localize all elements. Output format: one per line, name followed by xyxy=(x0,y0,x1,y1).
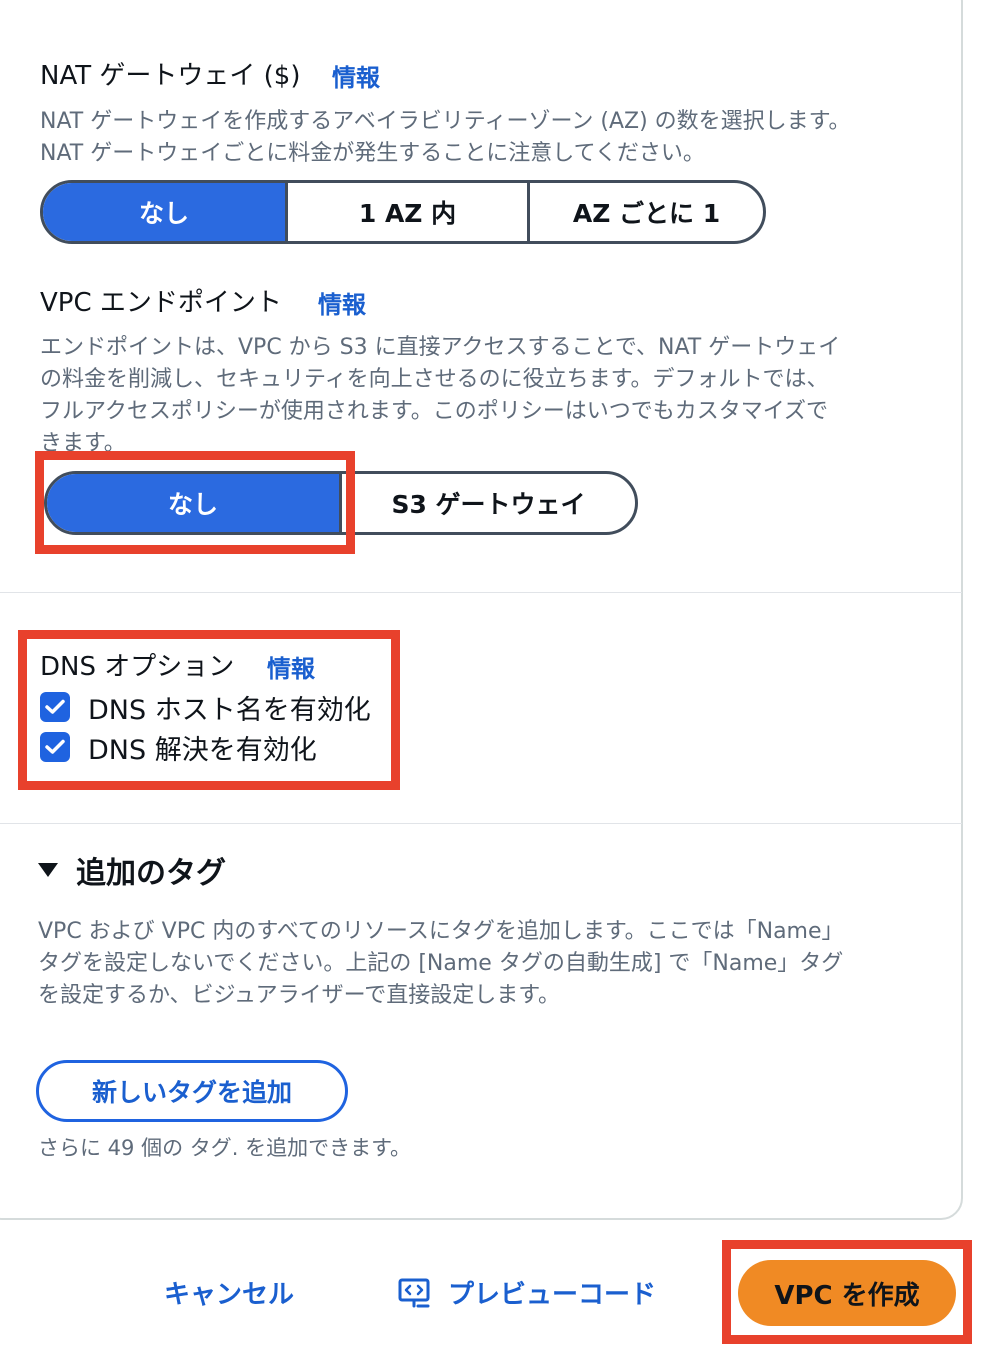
additional-tags-toggle[interactable]: 追加のタグ xyxy=(38,848,226,892)
highlight-box xyxy=(35,451,355,554)
endpoint-desc-line: の料金を削減し、セキュリティを向上させるのに役立ちます。デフォルトでは、 xyxy=(40,367,829,392)
endpoint-desc-line: フルアクセスポリシーが使用されます。このポリシーはいつでもカスタマイズで xyxy=(40,399,829,424)
endpoint-desc-line: エンドポイントは、VPC から S3 に直接アクセスすることで、NAT ゲートウ… xyxy=(40,335,841,360)
endpoint-option-s3-gateway[interactable]: S3 ゲートウェイ xyxy=(339,474,635,532)
tags-desc-line: を設定するか、ビジュアライザーで直接設定します。 xyxy=(38,983,561,1008)
highlight-box xyxy=(18,630,400,790)
nat-option-one-az[interactable]: 1 AZ 内 xyxy=(285,183,527,241)
tags-desc-line: VPC および VPC 内のすべてのリソースにタグを追加します。ここでは「Nam… xyxy=(38,919,844,944)
remaining-tags-text: さらに 49 個の タグ. を追加できます。 xyxy=(38,1136,411,1160)
cancel-button[interactable]: キャンセル xyxy=(164,1274,294,1311)
preview-code-icon xyxy=(398,1278,430,1307)
caret-down-icon xyxy=(38,863,58,877)
preview-code-button[interactable]: プレビューコード xyxy=(398,1274,656,1311)
nat-desc-line: NAT ゲートウェイごとに料金が発生することに注意してください。 xyxy=(40,141,705,166)
nat-gateway-description: NAT ゲートウェイを作成するアベイラビリティーゾーン (AZ) の数を選択しま… xyxy=(40,106,850,170)
tags-desc-line: タグを設定しないでください。上記の [Name タグの自動生成] で「Name」… xyxy=(38,951,844,976)
nat-gateway-info-link[interactable]: 情報 xyxy=(332,62,380,94)
vpc-endpoint-info-link[interactable]: 情報 xyxy=(318,289,366,321)
nat-option-none[interactable]: なし xyxy=(43,183,285,241)
section-divider xyxy=(0,823,962,824)
add-new-tag-button[interactable]: 新しいタグを追加 xyxy=(36,1060,348,1122)
highlight-box xyxy=(722,1240,972,1344)
additional-tags-description: VPC および VPC 内のすべてのリソースにタグを追加します。ここでは「Nam… xyxy=(38,916,844,1012)
nat-gateway-segmented-control: なし 1 AZ 内 AZ ごとに 1 xyxy=(40,180,766,244)
vpc-endpoint-description: エンドポイントは、VPC から S3 に直接アクセスすることで、NAT ゲートウ… xyxy=(40,332,840,460)
nat-option-per-az[interactable]: AZ ごとに 1 xyxy=(527,183,763,241)
additional-tags-title: 追加のタグ xyxy=(76,856,226,891)
nat-desc-line: NAT ゲートウェイを作成するアベイラビリティーゾーン (AZ) の数を選択しま… xyxy=(40,109,851,134)
vpc-endpoint-label: VPC エンドポイント xyxy=(40,288,282,318)
section-divider xyxy=(0,592,962,593)
nat-gateway-label: NAT ゲートウェイ ($) xyxy=(40,61,301,91)
preview-code-label: プレビューコード xyxy=(448,1280,657,1310)
